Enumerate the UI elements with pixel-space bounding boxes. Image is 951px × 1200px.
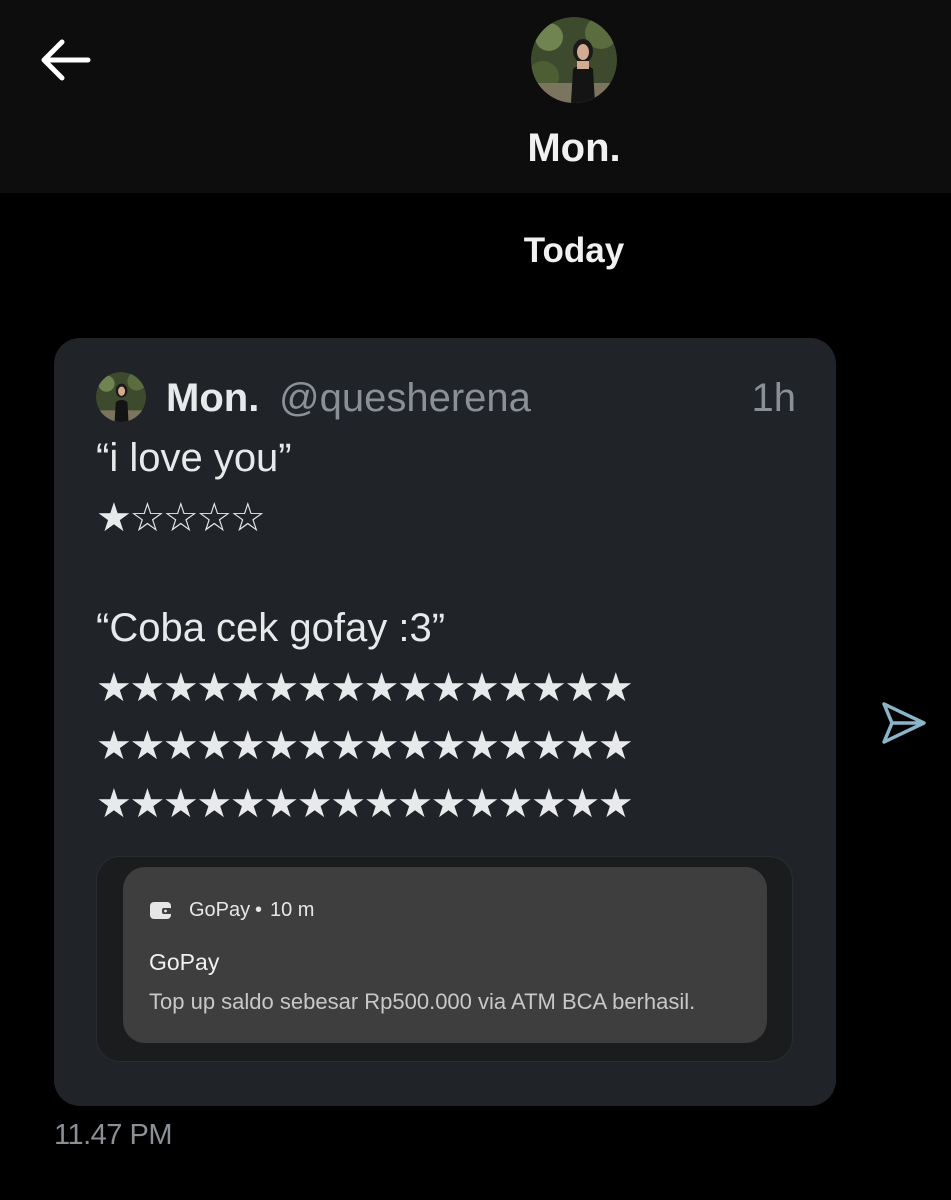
shared-post-message[interactable]: Mon. @quesherena 1h “i love you” ★☆☆☆☆ “… [54, 338, 836, 1106]
notification-title: GoPay [149, 949, 220, 975]
post-quote-2: “Coba cek gofay :3” [96, 606, 446, 650]
post-stars-row: ★★★★★★★★★★★★★★★★ [96, 665, 634, 711]
post-quote-1: “i love you” [96, 436, 292, 480]
conversation-header: Mon. [0, 0, 951, 193]
post-author-name[interactable]: Mon. [166, 374, 259, 422]
gopay-notification: GoPay • 10 m GoPay Top up saldo sebesar … [123, 867, 767, 1043]
share-button[interactable] [878, 698, 928, 748]
back-button[interactable] [36, 34, 94, 86]
notification-separator: • [255, 899, 263, 921]
date-separator: Today [523, 231, 625, 270]
notification-app-name: GoPay [189, 899, 251, 921]
notification-time: 10 m [270, 899, 315, 921]
contact-avatar[interactable] [527, 13, 621, 107]
arrow-left-icon [41, 39, 91, 81]
post-stars-row: ★★★★★★★★★★★★★★★★ [96, 723, 634, 769]
post-rating-1: ★☆☆☆☆ [96, 495, 266, 541]
post-time: 1h [751, 376, 797, 420]
post-author-handle[interactable]: @quesherena [279, 374, 531, 422]
post-stars-row: ★★★★★★★★★★★★★★★★ [96, 781, 634, 827]
post-image[interactable]: GoPay • 10 m GoPay Top up saldo sebesar … [96, 856, 793, 1062]
contact-name[interactable]: Mon. [474, 124, 674, 172]
send-icon [882, 702, 926, 744]
notification-body: Top up saldo sebesar Rp500.000 via ATM B… [149, 989, 696, 1014]
post-author-row: Mon. @quesherena 1h [96, 370, 796, 426]
wallet-icon [150, 902, 172, 919]
message-timestamp: 11.47 PM [54, 1119, 172, 1151]
post-author-avatar[interactable] [96, 372, 146, 422]
